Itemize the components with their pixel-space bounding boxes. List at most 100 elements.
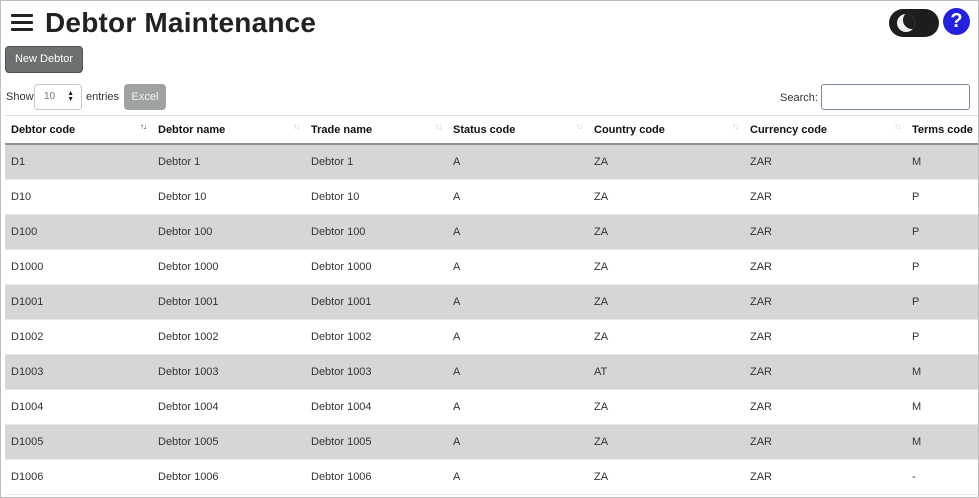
column-header-debtor-code[interactable]: Debtor code ↑↓ xyxy=(5,115,152,145)
sort-icon: ↑↓ xyxy=(732,122,739,131)
table-cell: ZAR xyxy=(744,459,906,495)
table-cell: D1006 xyxy=(5,459,152,495)
table-cell: Debtor 10 xyxy=(305,179,447,215)
table-cell: ZA xyxy=(588,319,744,355)
table-cell: Debtor 1001 xyxy=(305,284,447,320)
table-cell: ZAR xyxy=(744,284,906,320)
app-window: Debtor Maintenance ? New Debtor Show 10 … xyxy=(0,0,979,498)
new-debtor-button[interactable]: New Debtor xyxy=(5,46,83,73)
table-cell: ZAR xyxy=(744,179,906,215)
debtor-table: Debtor code ↑↓ Debtor name ↑↓ Trade name ↑↓ St… xyxy=(5,115,978,495)
table-cell: P xyxy=(906,284,978,320)
table-cell: AT xyxy=(588,354,744,390)
column-header-label: Debtor name xyxy=(158,123,226,136)
table-row[interactable]: D1002 Debtor 1002 Debtor 1002 A ZA ZAR P xyxy=(5,319,978,355)
table-cell: Debtor 1005 xyxy=(152,424,305,460)
column-header-trade-name[interactable]: Trade name ↑↓ xyxy=(305,115,447,145)
column-header-debtor-name[interactable]: Debtor name ↑↓ xyxy=(152,115,305,145)
table-row[interactable]: D100 Debtor 100 Debtor 100 A ZA ZAR P xyxy=(5,214,978,250)
sort-icon: ↑↓ xyxy=(894,122,901,131)
table-cell: - xyxy=(906,459,978,495)
table-cell: Debtor 10 xyxy=(152,179,305,215)
table-body: D1 Debtor 1 Debtor 1 A ZA ZAR M D10 Debtor 10 Deb… xyxy=(5,144,978,495)
search-label: Search: xyxy=(780,92,818,104)
column-header-label: Currency code xyxy=(750,123,828,136)
table-cell: ZA xyxy=(588,214,744,250)
column-header-currency-code[interactable]: Currency code ↑↓ xyxy=(744,115,906,145)
column-header-label: Trade name xyxy=(311,123,373,136)
table-cell: D1 xyxy=(5,144,152,180)
help-button[interactable]: ? xyxy=(943,8,970,35)
table-cell: A xyxy=(447,424,588,460)
table-cell: Debtor 1001 xyxy=(152,284,305,320)
table-cell: ZAR xyxy=(744,214,906,250)
table-cell: M xyxy=(906,354,978,390)
table-header-row: Debtor code ↑↓ Debtor name ↑↓ Trade name ↑↓ St… xyxy=(5,115,978,145)
table-cell: A xyxy=(447,179,588,215)
table-cell: D100 xyxy=(5,214,152,250)
table-cell: Debtor 1006 xyxy=(305,459,447,495)
sort-icon: ↑↓ xyxy=(576,122,583,131)
table-cell: Debtor 100 xyxy=(152,214,305,250)
table-row[interactable]: D1001 Debtor 1001 Debtor 1001 A ZA ZAR P xyxy=(5,284,978,320)
table-cell: D1002 xyxy=(5,319,152,355)
table-cell: ZAR xyxy=(744,249,906,285)
table-cell: P xyxy=(906,319,978,355)
table-cell: Debtor 1 xyxy=(305,144,447,180)
table-row[interactable]: D10 Debtor 10 Debtor 10 A ZA ZAR P xyxy=(5,179,978,215)
entries-per-page-select[interactable]: 10 ▲ ▼ xyxy=(34,84,82,110)
table-row[interactable]: D1 Debtor 1 Debtor 1 A ZA ZAR M xyxy=(5,144,978,180)
select-arrows-icon: ▲ ▼ xyxy=(67,90,74,103)
table-row[interactable]: D1004 Debtor 1004 Debtor 1004 A ZA ZAR M xyxy=(5,389,978,425)
table-cell: ZA xyxy=(588,424,744,460)
table-cell: ZA xyxy=(588,389,744,425)
hamburger-menu-icon[interactable] xyxy=(11,14,33,32)
table-cell: A xyxy=(447,249,588,285)
sort-icon: ↑↓ xyxy=(293,122,300,131)
table-cell: A xyxy=(447,319,588,355)
table-cell: ZAR xyxy=(744,424,906,460)
table-cell: A xyxy=(447,354,588,390)
table-cell: A xyxy=(447,144,588,180)
table-cell: M xyxy=(906,389,978,425)
excel-export-button[interactable]: Excel xyxy=(124,84,166,110)
table-cell: ZA xyxy=(588,284,744,320)
table-cell: Debtor 1006 xyxy=(152,459,305,495)
table-row[interactable]: D1000 Debtor 1000 Debtor 1000 A ZA ZAR P xyxy=(5,249,978,285)
table-row[interactable]: D1006 Debtor 1006 Debtor 1006 A ZA ZAR - xyxy=(5,459,978,495)
table-cell: D1005 xyxy=(5,424,152,460)
column-header-status-code[interactable]: Status code ↑↓ xyxy=(447,115,588,145)
table-cell: Debtor 1005 xyxy=(305,424,447,460)
table-cell: D1001 xyxy=(5,284,152,320)
table-row[interactable]: D1003 Debtor 1003 Debtor 1003 A AT ZAR M xyxy=(5,354,978,390)
column-header-terms-code[interactable]: Terms code xyxy=(906,115,978,145)
table-cell: Debtor 1 xyxy=(152,144,305,180)
page-title: Debtor Maintenance xyxy=(45,7,317,38)
table-cell: A xyxy=(447,459,588,495)
table-cell: P xyxy=(906,249,978,285)
table-cell: Debtor 1000 xyxy=(305,249,447,285)
table-cell: ZA xyxy=(588,179,744,215)
table-cell: ZA xyxy=(588,249,744,285)
column-header-country-code[interactable]: Country code ↑↓ xyxy=(588,115,744,145)
table-cell: P xyxy=(906,179,978,215)
column-header-label: Debtor code xyxy=(11,123,76,136)
table-cell: Debtor 1002 xyxy=(305,319,447,355)
table-cell: Debtor 1004 xyxy=(152,389,305,425)
table-row[interactable]: D1005 Debtor 1005 Debtor 1005 A ZA ZAR M xyxy=(5,424,978,460)
table-cell: P xyxy=(906,214,978,250)
column-header-label: Terms code xyxy=(912,123,973,136)
sort-icon: ↑↓ xyxy=(435,122,442,131)
show-label: Show xyxy=(6,91,34,103)
search-input[interactable] xyxy=(821,84,970,110)
table-cell: D1004 xyxy=(5,389,152,425)
table-cell: ZAR xyxy=(744,319,906,355)
table-cell: Debtor 1003 xyxy=(305,354,447,390)
table-cell: M xyxy=(906,144,978,180)
table-cell: ZA xyxy=(588,144,744,180)
dark-mode-toggle[interactable] xyxy=(889,9,939,37)
entries-label: entries xyxy=(86,91,120,103)
table-cell: ZAR xyxy=(744,389,906,425)
table-cell: Debtor 1004 xyxy=(305,389,447,425)
moon-icon xyxy=(897,14,915,32)
